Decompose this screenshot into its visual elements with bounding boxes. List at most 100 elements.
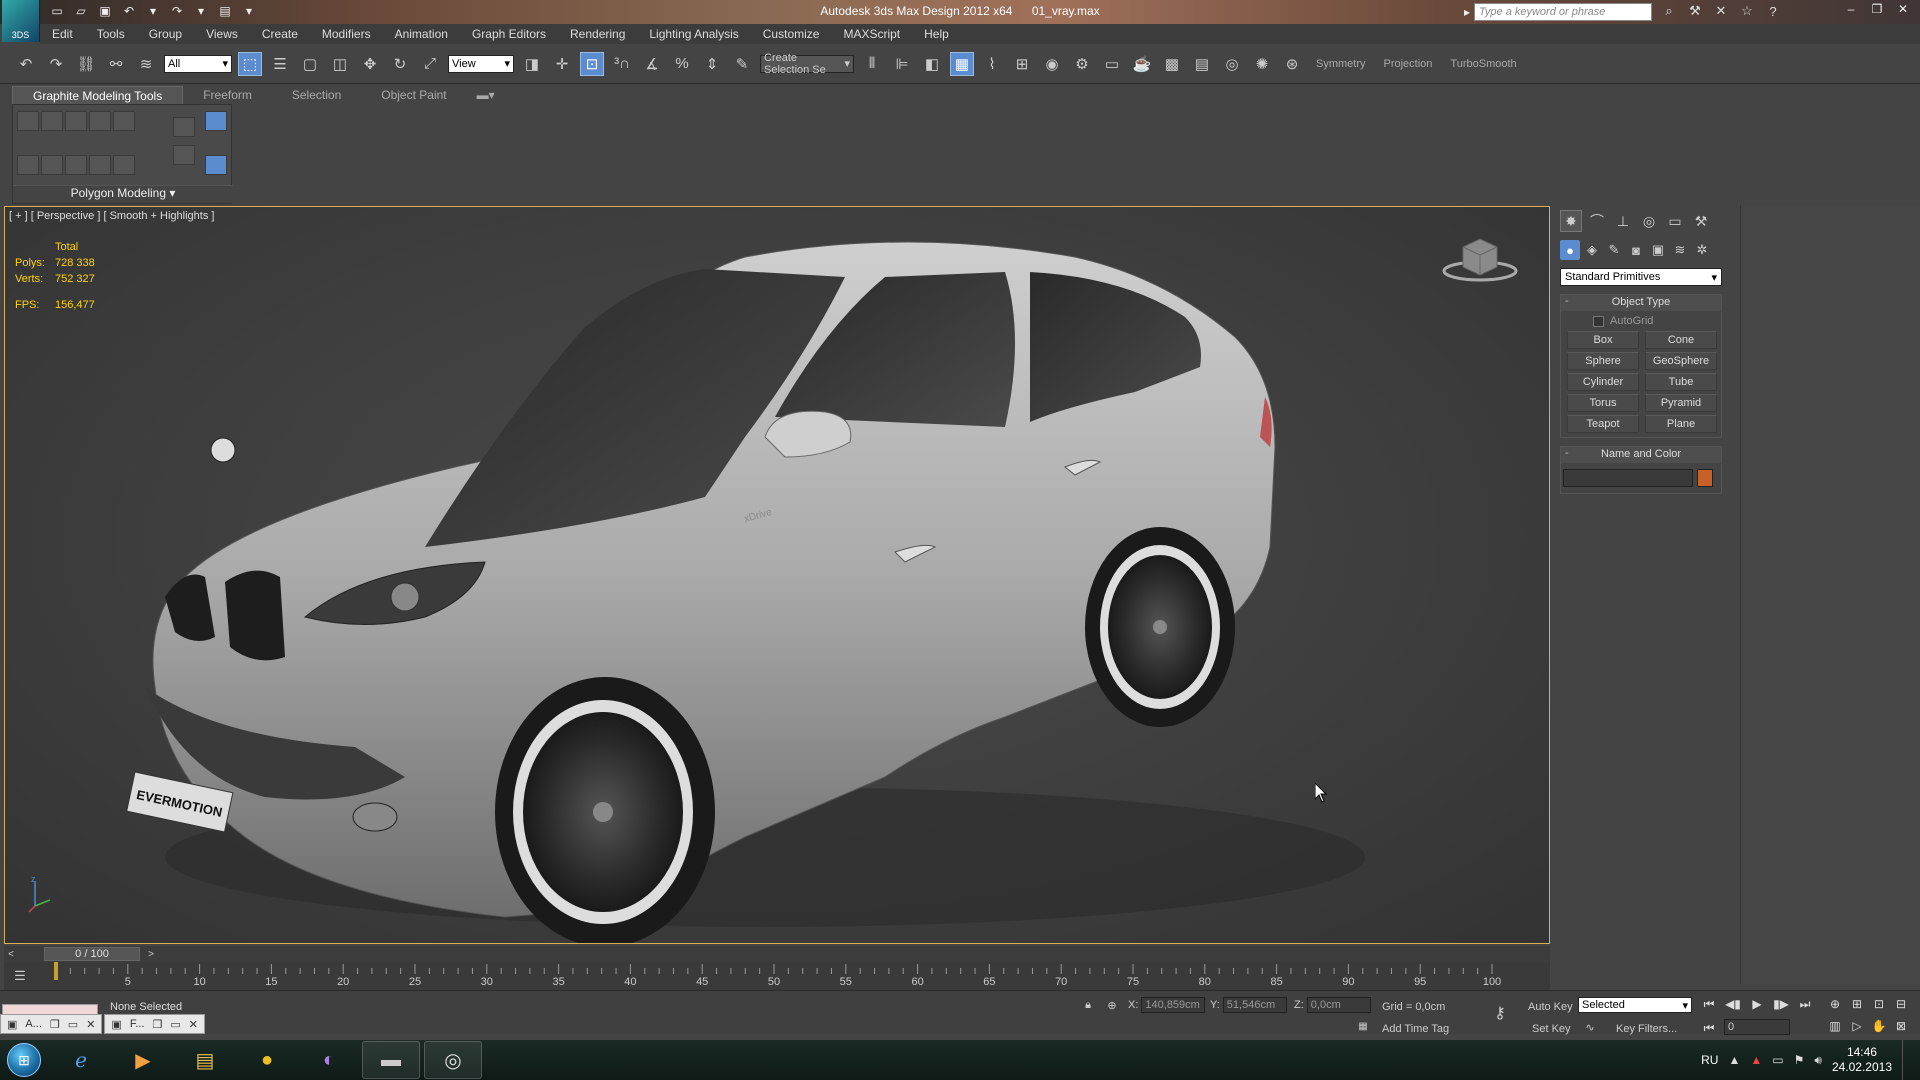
select-manipulate-icon[interactable]: ✛: [550, 52, 574, 76]
menu-create[interactable]: Create: [250, 27, 310, 41]
material-editor-icon[interactable]: ◉: [1040, 52, 1064, 76]
vray-icon[interactable]: ◎: [1220, 52, 1244, 76]
cylinder-button[interactable]: Cylinder: [1567, 373, 1639, 391]
render-setup-icon[interactable]: ⚙: [1070, 52, 1094, 76]
rendered-frame-icon[interactable]: ▭: [1100, 52, 1124, 76]
next-modifier-icon[interactable]: [173, 145, 195, 165]
space-warps-icon[interactable]: ≋: [1670, 240, 1690, 260]
subscription-icon[interactable]: ⚒: [1686, 2, 1704, 20]
menu-animation[interactable]: Animation: [383, 27, 460, 41]
minimized-window[interactable]: ▣ F... ❐ ▭ ✕: [104, 1014, 205, 1034]
current-frame-input[interactable]: 0: [1724, 1019, 1790, 1035]
restore-icon[interactable]: ❐: [153, 1018, 163, 1031]
show-desktop-button[interactable]: [1902, 1040, 1912, 1080]
edit-poly-icon[interactable]: [41, 111, 63, 131]
tube-button[interactable]: Tube: [1645, 373, 1717, 391]
collapse-stack-icon[interactable]: [41, 155, 63, 175]
window-crossing-icon[interactable]: ◫: [328, 52, 352, 76]
start-button[interactable]: ⊞: [0, 1040, 48, 1080]
absolute-mode-icon[interactable]: ⊕: [1104, 997, 1120, 1013]
menu-graph-editors[interactable]: Graph Editors: [460, 27, 558, 41]
clock[interactable]: 14:46 24.02.2013: [1832, 1045, 1892, 1075]
time-slider-next-icon[interactable]: >: [144, 949, 158, 960]
screenshot-app-icon[interactable]: ◎: [424, 1041, 482, 1079]
display-tab-icon[interactable]: ▭: [1664, 210, 1686, 232]
set-key-button[interactable]: Set Key: [1532, 1023, 1571, 1035]
action-center-flag-icon[interactable]: ⚑: [1794, 1053, 1805, 1067]
link-icon[interactable]: ⛓: [74, 52, 98, 76]
key-set-dropdown[interactable]: Selected ▾: [1578, 997, 1692, 1013]
tab-freeform[interactable]: Freeform: [183, 86, 272, 104]
pivot-center-icon[interactable]: ◨: [520, 52, 544, 76]
sphere-button[interactable]: Sphere: [1567, 352, 1639, 370]
language-indicator[interactable]: RU: [1701, 1053, 1718, 1067]
graphite-toggle-icon[interactable]: ▦: [950, 51, 974, 76]
modify-tab-icon[interactable]: ⌒: [1586, 210, 1608, 232]
prev-frame-icon[interactable]: ◀▮: [1724, 995, 1742, 1013]
internet-explorer-icon[interactable]: ℯ: [52, 1041, 110, 1079]
particle-icon[interactable]: ✺: [1250, 52, 1274, 76]
vertex-icon[interactable]: [65, 111, 87, 131]
ref-coord-dropdown[interactable]: View ▾: [448, 54, 514, 73]
keyboard-shortcut-override-icon[interactable]: ⊡: [580, 51, 604, 76]
key-filters-button[interactable]: Key Filters...: [1616, 1023, 1677, 1035]
time-slider-thumb[interactable]: 0 / 100: [44, 947, 140, 961]
menu-rendering[interactable]: Rendering: [558, 27, 637, 41]
tab-graphite-modeling-tools[interactable]: Graphite Modeling Tools: [12, 86, 184, 104]
edge-icon[interactable]: [89, 111, 111, 131]
cameras-icon[interactable]: ◙: [1626, 240, 1646, 260]
align-icon[interactable]: ⊫: [890, 52, 914, 76]
menu-help[interactable]: Help: [912, 27, 961, 41]
favorites-star-icon[interactable]: ☆: [1738, 2, 1756, 20]
named-selection-dropdown[interactable]: Create Selection Se ▾: [760, 52, 854, 76]
motion-tab-icon[interactable]: ◎: [1638, 210, 1660, 232]
network-icon[interactable]: ▭: [1772, 1053, 1783, 1067]
maximize-icon[interactable]: ▭: [170, 1018, 180, 1031]
scale-icon[interactable]: ⤢: [418, 52, 442, 76]
autogrid-checkbox-row[interactable]: AutoGrid: [1567, 315, 1715, 327]
select-by-name-icon[interactable]: ☰: [268, 52, 292, 76]
lock-selection-icon[interactable]: 🔒︎: [1080, 997, 1096, 1013]
zoom-extents-icon[interactable]: ⊡: [1870, 995, 1888, 1013]
projection-button[interactable]: Projection: [1378, 58, 1439, 70]
curve-editor-icon[interactable]: ⌇: [980, 52, 1004, 76]
menu-lighting-analysis[interactable]: Lighting Analysis: [637, 27, 750, 41]
menu-customize[interactable]: Customize: [751, 27, 832, 41]
app-logo-button[interactable]: 3DS: [2, 0, 40, 42]
zoom-region-icon[interactable]: ▥: [1826, 1017, 1844, 1035]
volume-icon[interactable]: 🔊︎: [1814, 1053, 1822, 1068]
angle-snap-icon[interactable]: ∡: [640, 52, 664, 76]
restore-icon[interactable]: ❐: [50, 1018, 60, 1031]
edit-named-selection-icon[interactable]: ✎: [730, 52, 754, 76]
polygon-modeling-panel-label[interactable]: Polygon Modeling ▾: [13, 185, 233, 203]
rotate-icon[interactable]: ↻: [388, 52, 412, 76]
teapot-button[interactable]: Teapot: [1567, 415, 1639, 433]
toggle-command-panel-icon[interactable]: [205, 111, 227, 131]
close-icon[interactable]: ✕: [86, 1018, 95, 1031]
media-player-icon[interactable]: ▶: [114, 1041, 172, 1079]
selection-filter-dropdown[interactable]: All ▾: [164, 54, 232, 73]
yellow-app-icon[interactable]: ●: [238, 1041, 296, 1079]
key-mode-icon[interactable]: ⏮: [1700, 1019, 1718, 1037]
autogrid-checkbox[interactable]: [1593, 315, 1604, 327]
red-app-tray-icon[interactable]: ▲: [1750, 1053, 1762, 1067]
torus-button[interactable]: Torus: [1567, 394, 1639, 412]
close-icon[interactable]: ✕: [1890, 0, 1916, 18]
menu-modifiers[interactable]: Modifiers: [310, 27, 383, 41]
object-color-swatch[interactable]: [1697, 469, 1713, 487]
redo-icon[interactable]: ↷: [44, 52, 68, 76]
go-to-end-icon[interactable]: ⏭: [1796, 995, 1814, 1013]
plane-button[interactable]: Plane: [1645, 415, 1717, 433]
primitive-category-dropdown[interactable]: Standard Primitives ▾: [1560, 268, 1722, 286]
menu-edit[interactable]: Edit: [40, 27, 85, 41]
utilities-tab-icon[interactable]: ⚒: [1690, 210, 1712, 232]
globe-icon[interactable]: ⊛: [1280, 52, 1304, 76]
pyramid-button[interactable]: Pyramid: [1645, 394, 1717, 412]
pan-icon[interactable]: ✋: [1870, 1017, 1888, 1035]
key-icon[interactable]: ⚷: [1486, 1003, 1514, 1023]
walkthrough-icon[interactable]: ▷: [1848, 1017, 1866, 1035]
shapes-icon[interactable]: ◈: [1582, 240, 1602, 260]
rect-selection-icon[interactable]: ▢: [298, 52, 322, 76]
binoculars-icon[interactable]: ⌕: [1660, 2, 1678, 20]
menu-views[interactable]: Views: [194, 27, 250, 41]
